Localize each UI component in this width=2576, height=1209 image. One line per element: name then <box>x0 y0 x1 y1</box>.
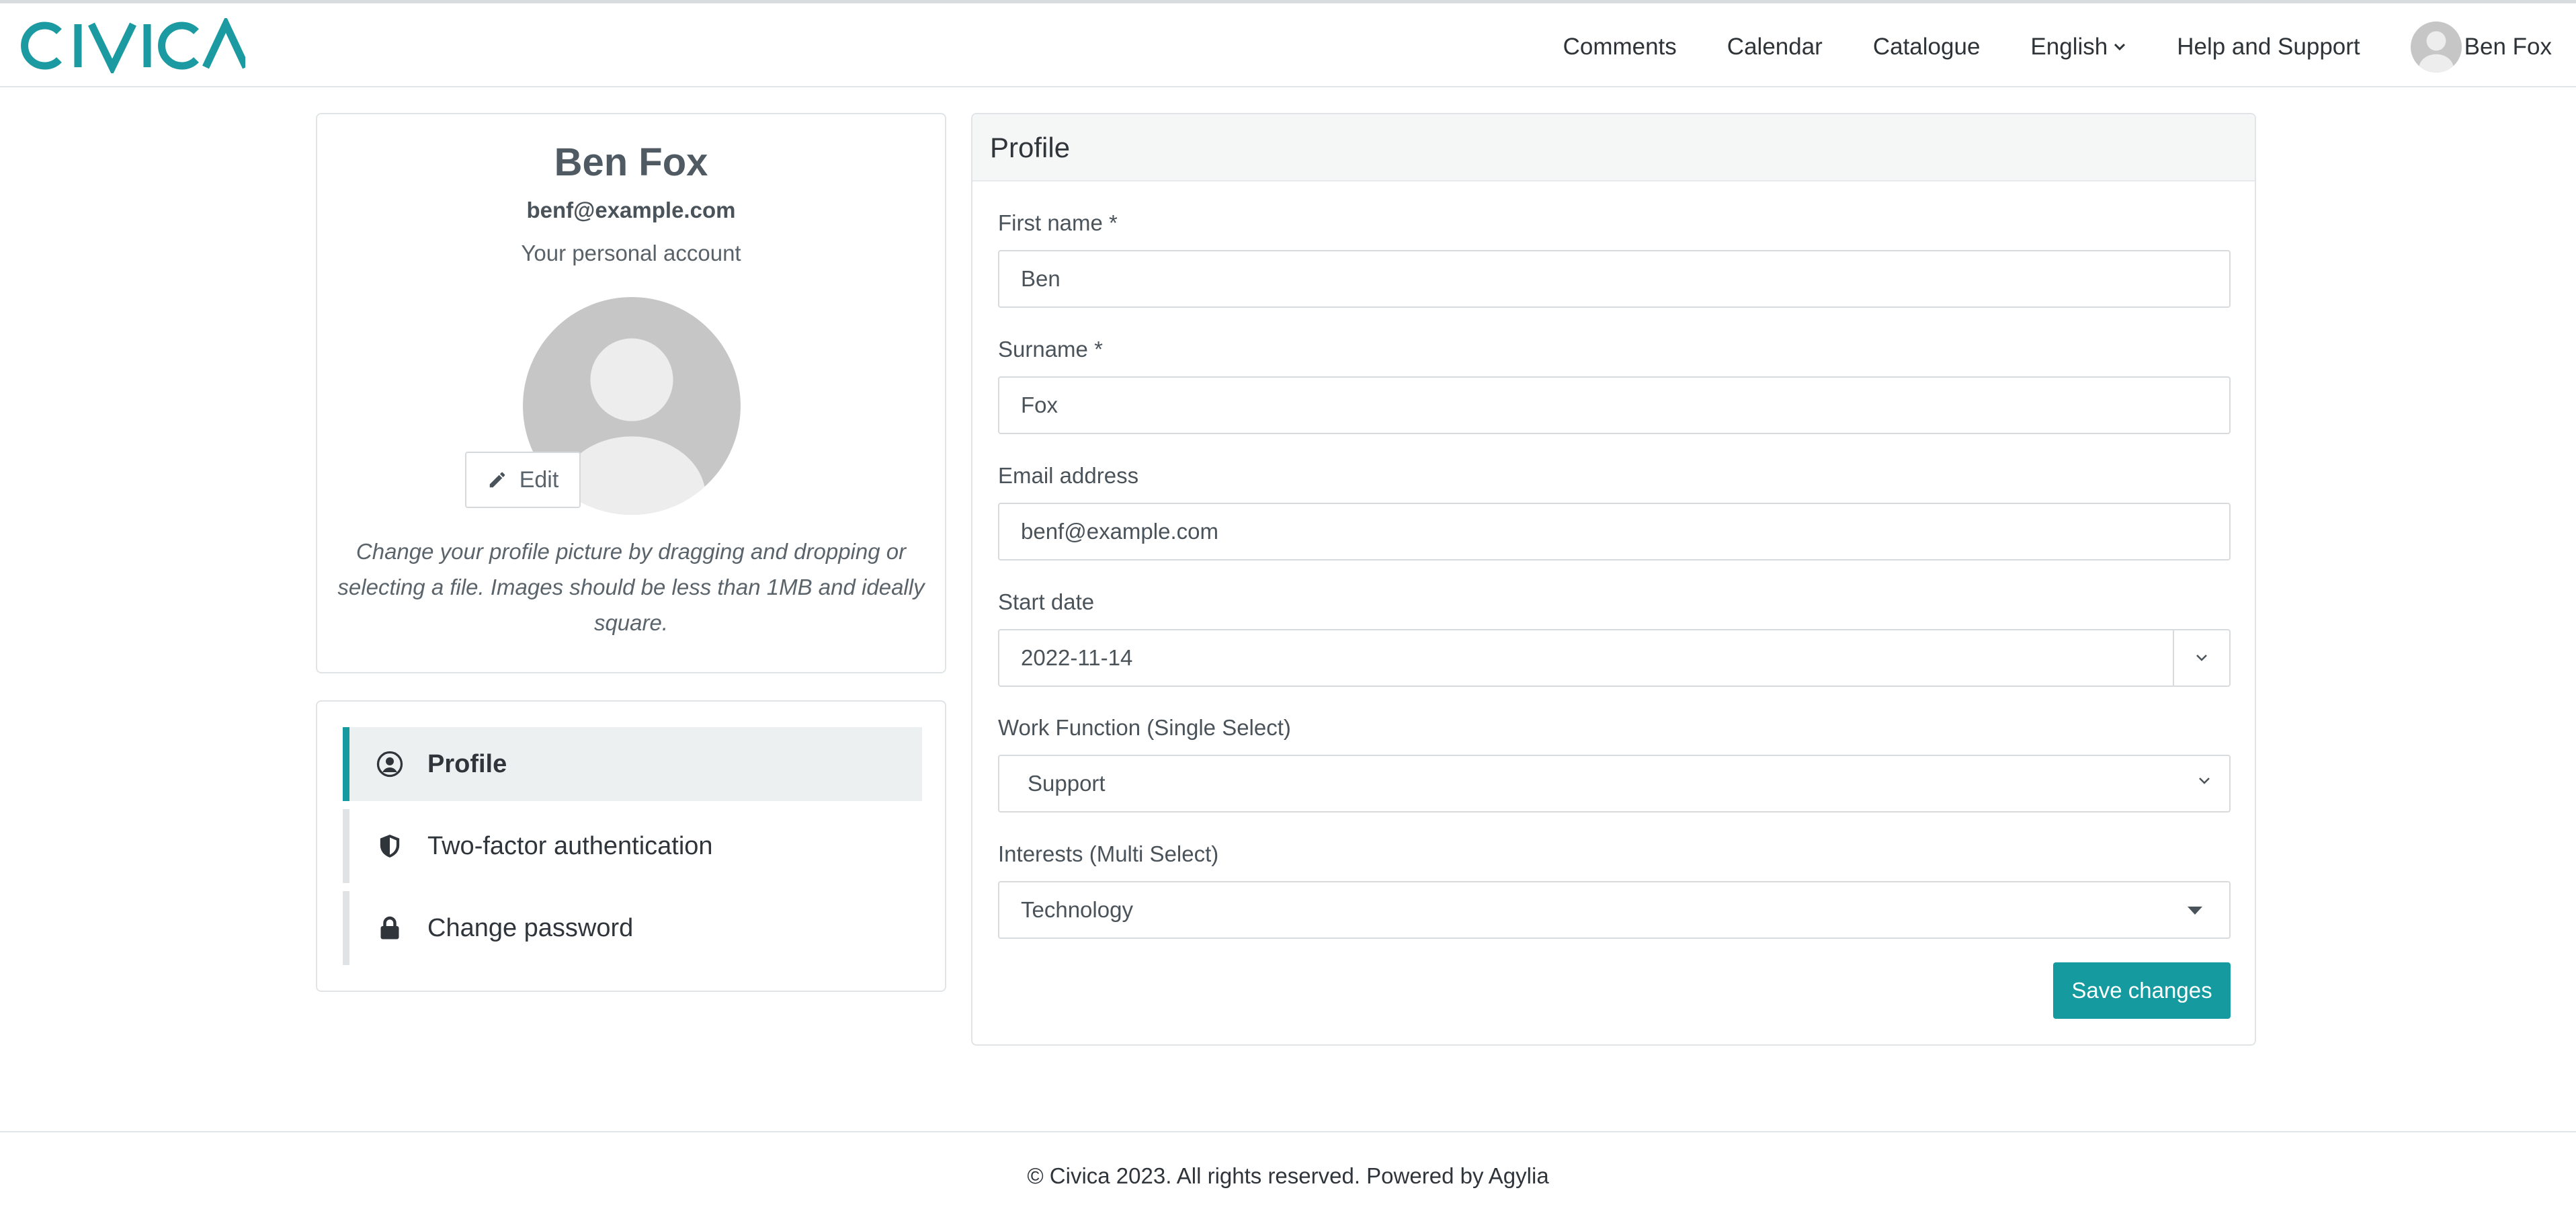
interests-label: Interests (Multi Select) <box>998 841 1219 866</box>
menu-item-profile[interactable]: Profile <box>343 727 922 801</box>
start-date-label: Start date <box>998 589 1095 614</box>
menu-item-two-factor-authentication[interactable]: Two-factor authentication <box>343 809 922 883</box>
form-title: Profile <box>990 132 1071 163</box>
first-name-label: First name * <box>998 210 1118 235</box>
settings-menu-card: Profile Two-factor authentication Change… <box>316 700 946 992</box>
first-name-input[interactable] <box>1021 266 2229 292</box>
surname-field[interactable] <box>998 376 2231 434</box>
account-type-label: Your personal account <box>521 241 741 265</box>
lock-icon <box>376 915 403 942</box>
copyright-text: © Civica 2023. All rights reserved. Powe… <box>1027 1163 1549 1188</box>
interests-multiselect[interactable]: Technology <box>998 881 2231 939</box>
work-function-label: Work Function (Single Select) <box>998 715 1291 740</box>
nav-comments[interactable]: Comments <box>1563 34 1677 60</box>
chevron-down-icon <box>2199 778 2210 784</box>
work-function-select[interactable]: Support <box>998 755 2231 812</box>
nav-catalogue[interactable]: Catalogue <box>1873 34 1981 60</box>
main-nav: Comments Calendar Catalogue English Help… <box>1513 7 2552 87</box>
shield-icon <box>376 833 403 860</box>
user-circle-icon <box>376 751 403 778</box>
start-date-field[interactable] <box>998 629 2231 687</box>
work-function-value: Support <box>1028 771 1106 796</box>
profile-summary-card: Ben Fox benf@example.com Your personal a… <box>316 113 946 673</box>
email-field[interactable] <box>998 503 2231 560</box>
email-input[interactable] <box>1021 519 2229 544</box>
email-label: Email address <box>998 463 1139 488</box>
user-menu[interactable]: Ben Fox <box>2410 22 2552 73</box>
nav-help-and-support[interactable]: Help and Support <box>2177 34 2360 60</box>
save-changes-button[interactable]: Save changes <box>2053 962 2231 1019</box>
user-name: Ben Fox <box>2464 34 2552 60</box>
start-date-input[interactable] <box>1021 645 2229 671</box>
date-picker-toggle[interactable] <box>2173 630 2229 685</box>
pencil-icon <box>489 472 505 488</box>
chevron-down-icon <box>2114 43 2126 51</box>
avatar <box>2410 22 2462 73</box>
menu-item-change-password[interactable]: Change password <box>343 891 922 965</box>
picture-help-text: Change your profile picture by dragging … <box>337 539 925 635</box>
interests-value: Technology <box>1021 897 1133 922</box>
surname-label: Surname * <box>998 337 1103 362</box>
form-header: Profile <box>972 114 2255 181</box>
nav-calendar[interactable]: Calendar <box>1727 34 1823 60</box>
language-dropdown[interactable]: English <box>2030 34 2126 60</box>
edit-picture-button[interactable]: Edit <box>465 452 581 508</box>
profile-name: Ben Fox <box>554 140 708 184</box>
profile-email: benf@example.com <box>526 198 736 222</box>
civica-logo[interactable] <box>20 18 245 73</box>
top-navigation-bar: Comments Calendar Catalogue English Help… <box>0 0 2576 87</box>
first-name-field[interactable] <box>998 250 2231 308</box>
footer: © Civica 2023. All rights reserved. Powe… <box>0 1131 2576 1209</box>
surname-input[interactable] <box>1021 392 2229 418</box>
caret-down-icon <box>2188 907 2202 915</box>
chevron-down-icon <box>2196 655 2207 661</box>
profile-form-card: Profile First name * Surname * Email add… <box>971 113 2256 1046</box>
